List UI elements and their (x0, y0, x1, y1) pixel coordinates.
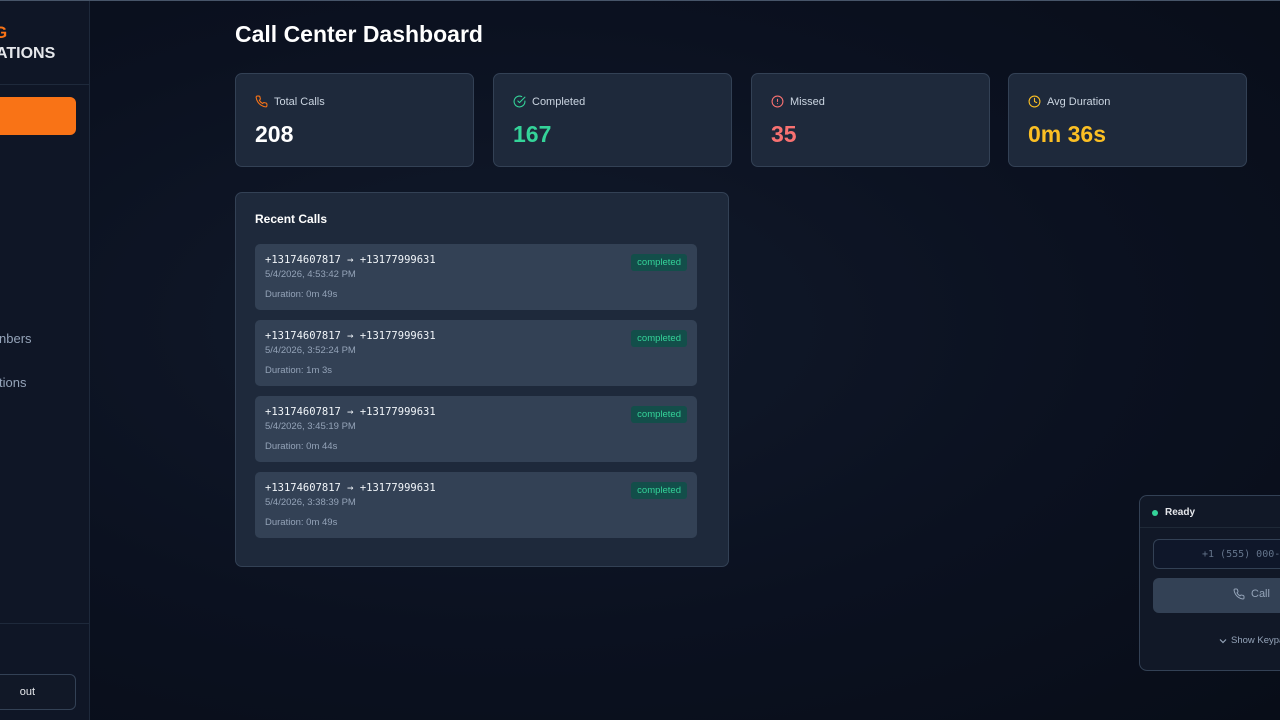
call-time: 5/4/2026, 3:45:19 PM (265, 421, 356, 432)
sidebar-divider-top (0, 84, 89, 85)
stat-card-missed: Missed 35 (751, 73, 990, 167)
call-button[interactable]: Call (1153, 578, 1280, 613)
status-badge: completed (631, 254, 687, 271)
show-keypad-label: Show Keypa (1231, 635, 1280, 646)
stat-label-row: Completed (513, 95, 585, 108)
call-duration: Duration: 1m 3s (265, 365, 333, 376)
dialer-status: Ready (1152, 507, 1195, 518)
status-badge: completed (631, 406, 687, 423)
call-numbers: +13174607817 → +13177999631 (265, 254, 436, 266)
sidebar: G ATIONS nbers tions out (0, 1, 90, 720)
stat-value-total-calls: 208 (255, 121, 294, 147)
stat-label: Completed (532, 95, 586, 108)
dialer-divider (1140, 527, 1280, 528)
alert-circle-icon (771, 95, 784, 108)
sidebar-item-numbers[interactable]: nbers (0, 331, 32, 346)
dialer-status-label: Ready (1165, 507, 1196, 518)
call-time: 5/4/2026, 3:52:24 PM (265, 345, 356, 356)
stat-label: Total Calls (274, 95, 325, 108)
sidebar-divider-bottom (0, 623, 89, 624)
recent-calls-panel: Recent Calls +13174607817 → +13177999631… (235, 192, 729, 567)
call-time: 5/4/2026, 3:38:39 PM (265, 497, 356, 508)
logout-label: out (19, 686, 35, 698)
list-item[interactable]: +13174607817 → +13177999631 5/4/2026, 3:… (255, 320, 697, 386)
call-numbers: +13174607817 → +13177999631 (265, 482, 436, 494)
stat-value-missed: 35 (771, 121, 797, 147)
window-top-border (0, 0, 1280, 1)
clock-icon (1028, 95, 1041, 108)
stat-label-row: Total Calls (255, 95, 325, 108)
call-duration: Duration: 0m 49s (265, 517, 338, 528)
stat-label: Missed (790, 95, 825, 108)
phone-icon (255, 95, 268, 108)
call-numbers: +13174607817 → +13177999631 (265, 330, 436, 342)
list-item[interactable]: +13174607817 → +13177999631 5/4/2026, 3:… (255, 472, 697, 538)
call-button-label: Call (1251, 588, 1270, 600)
list-item[interactable]: +13174607817 → +13177999631 5/4/2026, 3:… (255, 396, 697, 462)
list-item[interactable]: +13174607817 → +13177999631 5/4/2026, 4:… (255, 244, 697, 310)
stat-label-row: Avg Duration (1028, 95, 1110, 108)
show-keypad-toggle[interactable]: Show Keypa (1219, 635, 1280, 646)
sidebar-item-dashboard[interactable] (0, 97, 76, 135)
status-dot-icon (1152, 509, 1158, 516)
phone-number-input[interactable] (1153, 539, 1280, 569)
stat-card-completed: Completed 167 (493, 73, 732, 167)
call-numbers: +13174607817 → +13177999631 (265, 406, 436, 418)
recent-calls-title: Recent Calls (255, 212, 328, 226)
status-badge: completed (631, 482, 687, 499)
call-duration: Duration: 0m 44s (265, 441, 338, 452)
phone-icon (1233, 588, 1245, 600)
stat-card-avg-duration: Avg Duration 0m 36s (1008, 73, 1247, 167)
status-badge: completed (631, 330, 687, 347)
stat-value-completed: 167 (513, 121, 552, 147)
check-circle-icon (513, 95, 526, 108)
page-title: Call Center Dashboard (235, 21, 483, 47)
sidebar-item-integrations[interactable]: tions (0, 375, 26, 390)
recent-calls-list[interactable]: +13174607817 → +13177999631 5/4/2026, 4:… (255, 244, 710, 548)
stat-card-total-calls: Total Calls 208 (235, 73, 474, 167)
brand-text-bottom: ATIONS (0, 45, 56, 62)
logout-button[interactable]: out (0, 674, 76, 710)
stat-value-avg-duration: 0m 36s (1028, 121, 1107, 147)
stat-label: Avg Duration (1047, 95, 1111, 108)
chevron-down-icon (1219, 638, 1227, 643)
dialer-widget: Ready Call Show Keypa (1139, 495, 1280, 671)
call-duration: Duration: 0m 49s (265, 289, 338, 300)
stat-label-row: Missed (771, 95, 825, 108)
brand-text-top: G (0, 23, 7, 43)
call-time: 5/4/2026, 4:53:42 PM (265, 269, 356, 280)
